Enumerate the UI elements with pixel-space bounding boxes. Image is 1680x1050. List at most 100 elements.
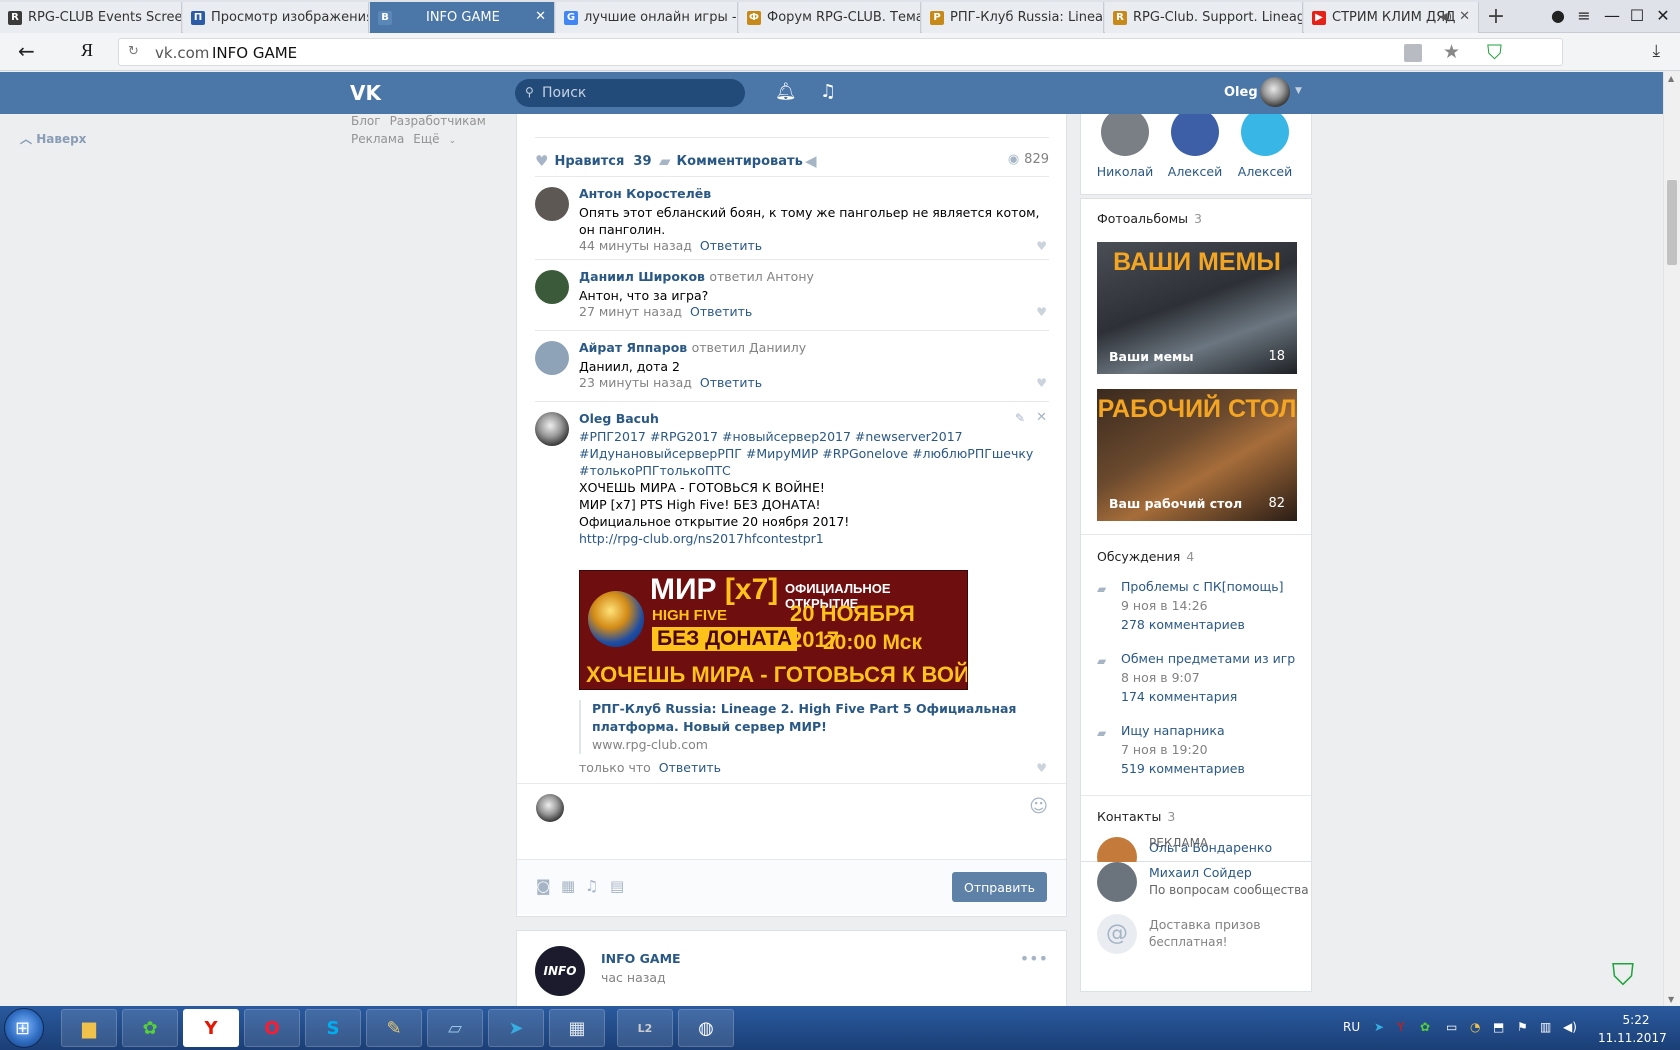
comment-button[interactable]: ▰ Комментировать — [659, 152, 803, 170]
flag-tray-icon[interactable]: ⚑ — [1517, 1020, 1528, 1034]
contacts-header[interactable]: Контакты 3 — [1097, 809, 1175, 824]
tab-rpg-club-russia[interactable]: Р РПГ-Клуб Russia: Lineage — [922, 2, 1104, 33]
albums-header[interactable]: Фотоальбомы 3 — [1097, 211, 1202, 226]
smiley-icon[interactable]: ☺ — [1029, 796, 1048, 817]
protect-shield-icon[interactable]: ⛉ — [1603, 958, 1643, 998]
heart-icon[interactable]: ♥ — [1036, 305, 1047, 319]
like-button[interactable]: ♥ Нравится 39 — [535, 152, 652, 170]
heart-icon[interactable]: ♥ — [1036, 239, 1047, 253]
start-button[interactable]: ⊞ — [4, 1008, 44, 1048]
notepad-app-icon[interactable]: ▱ — [427, 1009, 483, 1047]
comment-author[interactable]: Антон Коростелёв — [579, 186, 711, 201]
close-tab-icon[interactable]: ✕ — [1459, 9, 1470, 24]
search-box[interactable]: ⚲ — [515, 79, 745, 107]
clock-time[interactable]: 5:22 — [1608, 1013, 1664, 1027]
avatar[interactable] — [535, 341, 569, 375]
comment-author[interactable]: Oleg Bacuh — [579, 411, 659, 426]
user-avatar[interactable] — [1260, 77, 1290, 107]
yandex-browser-app-icon[interactable]: Y — [183, 1009, 239, 1047]
tray-icon[interactable]: ◔ — [1470, 1020, 1480, 1034]
telegram-app-icon[interactable]: ➤ — [488, 1009, 544, 1047]
download-icon[interactable]: ⤓ — [1652, 41, 1660, 61]
telegram-tray-icon[interactable]: ➤ — [1374, 1020, 1384, 1034]
member-item[interactable]: Алексей — [1165, 108, 1225, 179]
member-item[interactable]: Николай — [1095, 108, 1155, 179]
reply-link[interactable]: Ответить — [690, 304, 752, 319]
scroll-to-top-link[interactable]: ︿ Наверх — [20, 130, 86, 147]
new-tab-button[interactable]: + — [1485, 4, 1507, 29]
opera-app-icon[interactable]: O — [244, 1009, 300, 1047]
member-item[interactable]: Алексей — [1235, 108, 1295, 179]
document-icon[interactable]: ▤ — [610, 877, 624, 895]
tab-google-search[interactable]: G лучшие онлайн игры - П — [556, 2, 738, 33]
discussion-item[interactable]: ▰ Проблемы с ПК[помощь] 9 ноя в 14:26 27… — [1097, 579, 1307, 639]
search-input[interactable] — [542, 83, 732, 103]
close-tab-icon[interactable]: ✕ — [535, 9, 546, 24]
volume-tray-icon[interactable]: ◀) — [1563, 1020, 1577, 1034]
footer-link-blog[interactable]: Блог — [351, 114, 381, 128]
tab-image-view[interactable]: П Просмотр изображения — [183, 2, 369, 33]
speaker-icon[interactable]: ◀) — [1439, 10, 1452, 23]
contact-item[interactable]: @ Доставка призов бесплатная! — [1097, 914, 1307, 954]
send-button[interactable]: Отправить — [952, 872, 1047, 902]
discussion-item[interactable]: ▰ Ищу напарника 7 ноя в 19:20 519 коммен… — [1097, 723, 1307, 783]
network-tray-icon[interactable]: ▥ — [1540, 1020, 1551, 1034]
skype-app-icon[interactable]: S — [305, 1009, 361, 1047]
album-item[interactable]: РАБОЧИЙ СТОЛ Ваш рабочий стол 82 — [1097, 389, 1297, 521]
close-window-button[interactable]: ✕ — [1651, 6, 1675, 25]
scroll-down-icon[interactable]: ▼ — [1668, 995, 1674, 1004]
reply-link[interactable]: Ответить — [700, 375, 762, 390]
yandex-logo-icon[interactable]: Я — [81, 40, 93, 61]
calculator-app-icon[interactable]: ▦ — [549, 1009, 605, 1047]
more-options-icon[interactable]: ••• — [1020, 949, 1048, 968]
promo-banner-image[interactable]: МИР [x7] HIGH FIVE БЕЗ ДОНАТА ОФИЦИАЛЬНО… — [579, 570, 968, 690]
tab-forum-rpg-club[interactable]: Ф Форум RPG-CLUB. Тема: — [739, 2, 921, 33]
avatar[interactable] — [535, 412, 569, 446]
discussions-header[interactable]: Обсуждения 4 — [1097, 549, 1194, 564]
heart-icon[interactable]: ♥ — [1036, 376, 1047, 390]
delete-icon[interactable]: ✕ — [1036, 410, 1047, 425]
music-icon[interactable]: ♫ — [820, 81, 836, 102]
tab-youtube-stream[interactable]: ▶ СТРИМ КЛИМ ДЯД ◀) ✕ — [1304, 2, 1479, 33]
notifications-bell-icon[interactable]: 🔔︎ — [775, 82, 797, 102]
camera-icon[interactable]: ◙ — [536, 877, 551, 895]
maximize-button[interactable]: ☐ — [1625, 6, 1649, 25]
reply-link[interactable]: Ответить — [700, 238, 762, 253]
footer-link-more[interactable]: Ещё — [413, 132, 439, 146]
profile-icon[interactable]: ● — [1546, 6, 1570, 25]
icq-tray-icon[interactable]: ✿ — [1420, 1020, 1430, 1034]
url-field[interactable]: ↻ vk.com INFO GAME ★ ⛉ — [118, 38, 1563, 66]
yandex-tray-icon[interactable]: Y — [1397, 1020, 1404, 1034]
comment-author[interactable]: Айрат Яппаров ответил Даниилу — [579, 340, 806, 355]
album-item[interactable]: ВАШИ МЕМЫ Ваши мемы 18 — [1097, 242, 1297, 374]
user-name[interactable]: Oleg — [1224, 85, 1258, 100]
avatar[interactable] — [535, 270, 569, 304]
page-scrollbar[interactable]: ▲ ▼ — [1663, 72, 1680, 1006]
reload-icon[interactable]: ↻ — [128, 44, 139, 59]
icq-app-icon[interactable]: ✿ — [122, 1009, 178, 1047]
comment-link[interactable]: http://rpg-club.org/ns2017hfcontestpr1 — [579, 530, 1044, 547]
footer-link-developers[interactable]: Разработчикам — [390, 114, 486, 128]
contact-item[interactable]: Михаил Сойдер По вопросам сообщества — [1097, 862, 1309, 902]
back-arrow-icon[interactable]: ← — [18, 39, 35, 63]
scroll-thumb[interactable] — [1667, 180, 1677, 265]
language-indicator[interactable]: RU — [1343, 1020, 1360, 1034]
comment-input[interactable] — [575, 790, 975, 820]
tab-rpg-club-support[interactable]: R RPG-Club. Support. Lineag — [1105, 2, 1303, 33]
avatar[interactable] — [535, 187, 569, 221]
paint-app-icon[interactable]: ✎ — [366, 1009, 422, 1047]
lineage-app-icon[interactable]: L2 — [617, 1009, 673, 1047]
minimize-button[interactable]: — — [1600, 6, 1624, 25]
game-app-icon[interactable]: ◍ — [678, 1009, 734, 1047]
tab-info-game[interactable]: В INFO GAME ✕ — [370, 2, 555, 33]
community-name[interactable]: INFO GAME — [601, 951, 681, 966]
reply-link[interactable]: Ответить — [659, 760, 721, 775]
scroll-up-icon[interactable]: ▲ — [1668, 74, 1674, 83]
footer-link-ads[interactable]: Реклама — [351, 132, 404, 146]
lock-icon[interactable] — [1404, 44, 1422, 62]
edit-pencil-icon[interactable]: ✎ — [1015, 411, 1025, 425]
explorer-app-icon[interactable]: ▆ — [61, 1009, 117, 1047]
tab-rpg-club-events[interactable]: R RPG-CLUB Events Screens — [0, 2, 182, 33]
link-snippet[interactable]: РПГ-Клуб Russia: Lineage 2. High Five Pa… — [579, 700, 1049, 754]
chevron-down-icon[interactable]: ▼ — [1295, 86, 1302, 96]
